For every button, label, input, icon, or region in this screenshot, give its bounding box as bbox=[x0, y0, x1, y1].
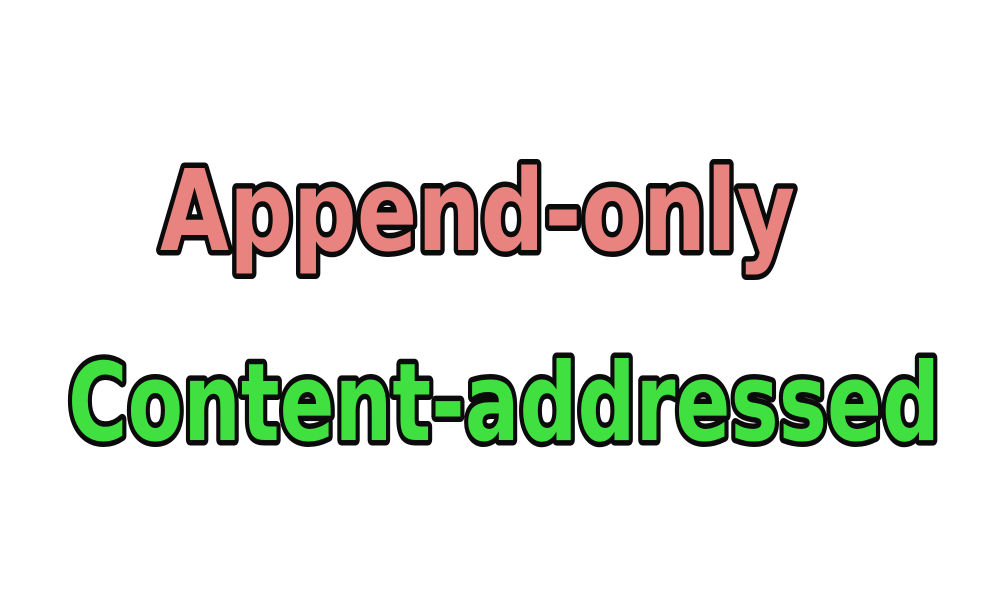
canvas: Append-only Content-addressed bbox=[0, 0, 1000, 600]
append-only-text: Append-only bbox=[160, 147, 795, 277]
handwritten-words: Append-only Content-addressed bbox=[63, 142, 946, 472]
content-addressed-text: Content-addressed bbox=[68, 341, 940, 466]
